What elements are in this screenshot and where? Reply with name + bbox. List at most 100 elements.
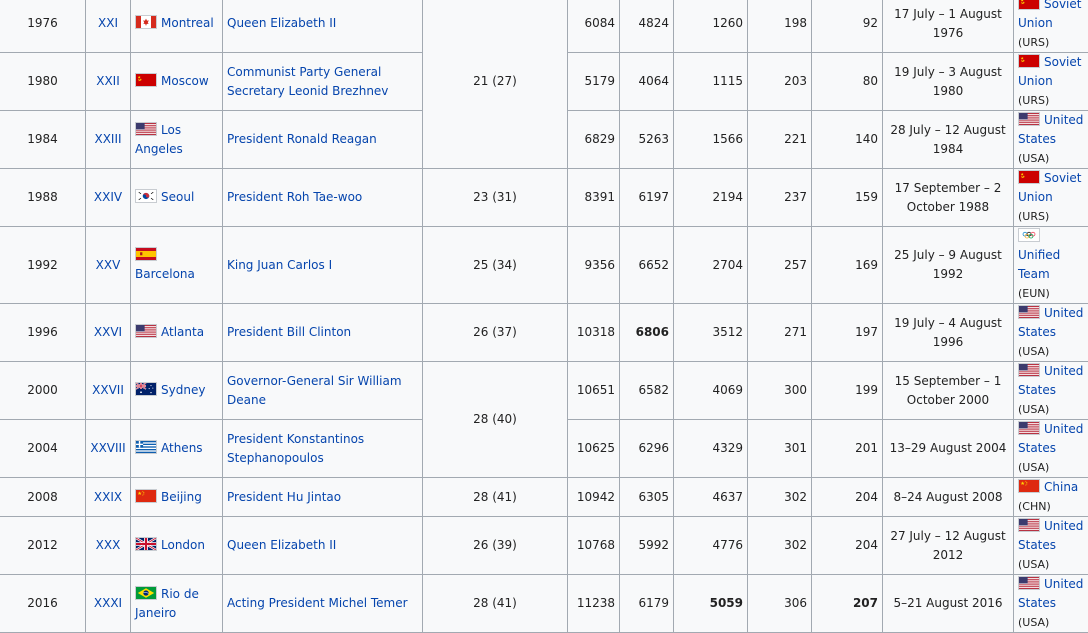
opened-by-link[interactable]: Governor-General Sir William Deane: [227, 374, 402, 407]
australia-flag-icon: [135, 382, 157, 396]
host-city-link[interactable]: Beijing: [161, 490, 202, 504]
events-cell: 203: [748, 53, 812, 111]
top-nation-link[interactable]: China: [1044, 480, 1078, 494]
host-city-link[interactable]: Sydney: [161, 383, 205, 397]
medal-events-cell: 169: [812, 227, 883, 304]
olympiad-link[interactable]: XXIII: [94, 132, 121, 146]
dates-cell: 15 September – 1 October 2000: [883, 362, 1014, 420]
competitors-cell: 10318: [568, 304, 620, 362]
competitors-cell: 8391: [568, 169, 620, 227]
olympiad-link[interactable]: XXVIII: [90, 441, 125, 455]
dates-cell: 17 July – 1 August 1976: [883, 0, 1014, 53]
events-cell: 302: [748, 478, 812, 517]
usa-flag-icon: [135, 122, 157, 136]
top-nation-cell: United States (USA): [1014, 575, 1088, 633]
canada-flag-icon: [135, 15, 157, 29]
olympiad-link[interactable]: XXII: [96, 74, 120, 88]
opened-by-link[interactable]: Queen Elizabeth II: [227, 538, 336, 552]
host-city-link[interactable]: Seoul: [161, 190, 194, 204]
ussr-flag-icon: [1018, 0, 1040, 10]
top-nation-cell: China (CHN): [1014, 478, 1088, 517]
olympiad-link[interactable]: XXVII: [92, 383, 124, 397]
dates-cell: 19 July – 4 August 1996: [883, 304, 1014, 362]
host-city-cell: Seoul: [131, 169, 223, 227]
opened-by-link[interactable]: King Juan Carlos I: [227, 258, 332, 272]
top-nation-cell: Unified Team (EUN): [1014, 227, 1088, 304]
women-cell: 4637: [674, 478, 748, 517]
host-city-cell: Atlanta: [131, 304, 223, 362]
country-code: (USA): [1018, 461, 1049, 474]
dates-cell: 28 July – 12 August 1984: [883, 111, 1014, 169]
medal-events-cell: 159: [812, 169, 883, 227]
medal-events-cell: 204: [812, 478, 883, 517]
medal-events-cell: 140: [812, 111, 883, 169]
dates-cell: 19 July – 3 August 1980: [883, 53, 1014, 111]
host-city-link[interactable]: London: [161, 538, 205, 552]
country-code: (EUN): [1018, 287, 1050, 300]
competitors-cell: 9356: [568, 227, 620, 304]
top-nation-cell: United States (USA): [1014, 362, 1088, 420]
sports-cell: 28 (40): [423, 362, 568, 478]
medal-events-cell: 204: [812, 517, 883, 575]
opened-by-link[interactable]: Acting President Michel Temer: [227, 596, 408, 610]
host-city-cell: Barcelona: [131, 227, 223, 304]
opened-by-link[interactable]: Communist Party General Secretary Leonid…: [227, 65, 388, 98]
competitors-cell: 10768: [568, 517, 620, 575]
olympiad-link[interactable]: XXI: [98, 16, 118, 30]
olympiad-link[interactable]: XXIX: [94, 490, 122, 504]
olympiad-link[interactable]: XXXI: [94, 596, 122, 610]
medal-events-cell: 80: [812, 53, 883, 111]
sports-cell: 23 (31): [423, 169, 568, 227]
country-code: (URS): [1018, 210, 1049, 223]
olympiad-link[interactable]: XXV: [96, 258, 121, 272]
spain-flag-icon: [135, 247, 157, 261]
sports-cell: 25 (34): [423, 227, 568, 304]
sports-cell: 28 (41): [423, 478, 568, 517]
olympic-flag-icon: [1018, 228, 1040, 242]
opened-by-link[interactable]: President Bill Clinton: [227, 325, 351, 339]
sports-cell: 28 (41): [423, 575, 568, 633]
olympics-table: 1976XXIMontrealQueen Elizabeth II21 (27)…: [0, 0, 1088, 633]
men-cell: 5263: [620, 111, 674, 169]
country-code: (USA): [1018, 152, 1049, 165]
year-cell: 2016: [0, 575, 86, 633]
china-flag-icon: [1018, 479, 1040, 493]
host-city-link[interactable]: Barcelona: [135, 267, 195, 281]
host-city-link[interactable]: Moscow: [161, 74, 209, 88]
host-city-link[interactable]: Athens: [161, 441, 203, 455]
competitors-cell: 5179: [568, 53, 620, 111]
opened-by-link[interactable]: President Konstantinos Stephanopoulos: [227, 432, 364, 465]
olympiad-cell: XXVII: [86, 362, 131, 420]
year-cell: 1996: [0, 304, 86, 362]
events-cell: 257: [748, 227, 812, 304]
opened-by-cell: Communist Party General Secretary Leonid…: [223, 53, 423, 111]
top-nation-cell: Soviet Union (URS): [1014, 53, 1088, 111]
men-cell: 6582: [620, 362, 674, 420]
opened-by-link[interactable]: Queen Elizabeth II: [227, 16, 336, 30]
olympiad-link[interactable]: XXVI: [94, 325, 122, 339]
dates-cell: 27 July – 12 August 2012: [883, 517, 1014, 575]
events-cell: 302: [748, 517, 812, 575]
women-cell: 1115: [674, 53, 748, 111]
country-code: (URS): [1018, 94, 1049, 107]
events-cell: 237: [748, 169, 812, 227]
opened-by-link[interactable]: President Hu Jintao: [227, 490, 341, 504]
women-cell: 3512: [674, 304, 748, 362]
olympiad-link[interactable]: XXX: [96, 538, 121, 552]
host-city-cell: Beijing: [131, 478, 223, 517]
host-city-cell: Montreal: [131, 0, 223, 53]
olympiad-link[interactable]: XXIV: [94, 190, 122, 204]
host-city-link[interactable]: Montreal: [161, 16, 214, 30]
opened-by-link[interactable]: President Ronald Reagan: [227, 132, 377, 146]
men-cell: 4824: [620, 0, 674, 53]
top-nation-link[interactable]: Unified Team: [1018, 248, 1060, 281]
opened-by-link[interactable]: President Roh Tae-woo: [227, 190, 362, 204]
country-code: (USA): [1018, 345, 1049, 358]
host-city-link[interactable]: Atlanta: [161, 325, 204, 339]
dates-cell: 5–21 August 2016: [883, 575, 1014, 633]
events-cell: 271: [748, 304, 812, 362]
top-nation-cell: Soviet Union (URS): [1014, 169, 1088, 227]
host-city-cell: Moscow: [131, 53, 223, 111]
events-cell: 221: [748, 111, 812, 169]
year-cell: 1988: [0, 169, 86, 227]
